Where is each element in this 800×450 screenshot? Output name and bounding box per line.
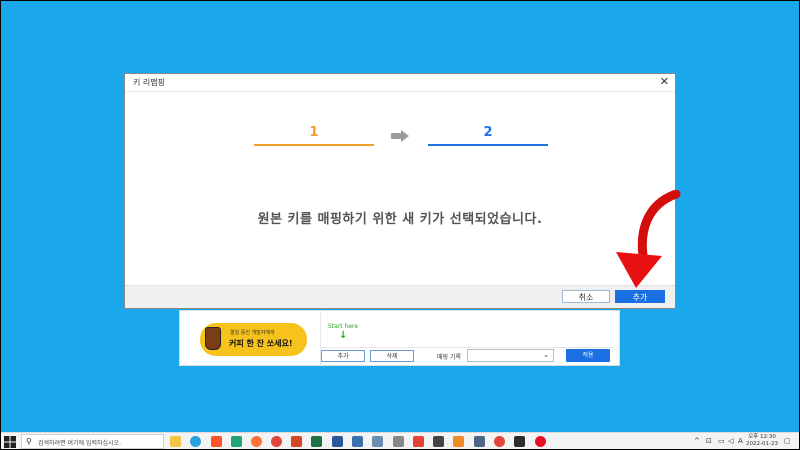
close-icon[interactable]: ✕: [660, 75, 669, 89]
dialog-footer: 취소 추가: [125, 285, 675, 308]
status-message: 원본 키를 매핑하기 위한 새 키가 선택되었습니다.: [257, 212, 543, 227]
word-icon[interactable]: [332, 436, 343, 447]
search-icon: ⚲: [26, 437, 32, 446]
step-1-label: 1: [309, 125, 319, 140]
app-icon-terminal[interactable]: [514, 436, 525, 447]
powerpoint-icon[interactable]: [291, 436, 302, 447]
app-icon-search[interactable]: [393, 436, 404, 447]
mapping-record-label: 매핑 기록: [437, 354, 461, 361]
excel-icon[interactable]: [311, 436, 322, 447]
highlight-arrow: [616, 190, 681, 288]
step-1-underline: [254, 144, 374, 146]
step-2-underline: [428, 144, 548, 146]
firefox-icon[interactable]: [251, 436, 262, 447]
search-placeholder: 검색하려면 여기에 입력하십시오.: [38, 440, 122, 447]
remap-panel: 열일 중인 개발자에게 커피 한 잔 쏘세요! Start here ↓ 추가 …: [179, 310, 620, 366]
opera-icon[interactable]: [535, 436, 546, 447]
panel-delete-button[interactable]: 삭제: [370, 350, 414, 362]
dialog-title: 키 리맵핑: [133, 78, 165, 87]
windows-start-icon[interactable]: [4, 436, 16, 448]
volume-icon[interactable]: ◁: [728, 437, 733, 445]
notification-icon[interactable]: ▢: [784, 437, 791, 445]
apply-button[interactable]: 적용: [566, 349, 610, 362]
dialog-titlebar: 키 리맵핑 ✕: [125, 74, 675, 92]
step-2-label: 2: [483, 125, 493, 140]
clock-time: 오후 12:30: [748, 434, 776, 440]
calculator-icon[interactable]: [474, 436, 485, 447]
monitor-icon[interactable]: ▭: [718, 437, 725, 445]
taskbar-search[interactable]: ⚲ 검색하려면 여기에 입력하십시오.: [21, 434, 164, 449]
coffee-cup-icon: [205, 327, 221, 350]
edge-icon[interactable]: [190, 436, 201, 447]
file-explorer-icon[interactable]: [170, 436, 181, 447]
banner-title: 커피 한 잔 쏘세요!: [229, 339, 293, 348]
taskbar: ⚲ 검색하려면 여기에 입력하십시오. ^ ⊡ ▭ ◁ A 오후 12:30 2…: [0, 432, 800, 450]
language-indicator[interactable]: A: [738, 437, 743, 445]
chevron-up-icon[interactable]: ^: [694, 437, 700, 445]
network-icon[interactable]: ⊡: [706, 437, 712, 445]
chevron-down-icon: ⌄: [543, 351, 549, 359]
key-remap-dialog: 키 리맵핑 ✕ 1 2 원본 키를 매핑하기 위한 새 키가 선택되었습니다. …: [124, 73, 676, 309]
brave-icon[interactable]: [211, 436, 222, 447]
vlc-icon[interactable]: [453, 436, 464, 447]
clock-date: 2022-01-23: [746, 441, 778, 447]
right-arrow-icon: [391, 130, 409, 142]
chrome-icon-2[interactable]: [494, 436, 505, 447]
chrome-icon[interactable]: [271, 436, 282, 447]
start-here-hint: Start here: [328, 323, 359, 330]
down-arrow-icon: ↓: [339, 330, 348, 341]
donate-banner[interactable]: 열일 중인 개발자에게 커피 한 잔 쏘세요!: [200, 323, 307, 356]
app-icon-monitor[interactable]: [372, 436, 383, 447]
app-icon-dark[interactable]: [433, 436, 444, 447]
mapping-record-select[interactable]: ⌄: [467, 349, 554, 362]
banner-subtitle: 열일 중인 개발자에게: [230, 330, 275, 336]
app-icon-red[interactable]: [413, 436, 424, 447]
app-icon-green[interactable]: [231, 436, 242, 447]
clock[interactable]: 오후 12:30 2022-01-23: [746, 434, 778, 448]
mapping-list-area: [320, 311, 613, 348]
app-icon-blue[interactable]: [352, 436, 363, 447]
panel-add-button[interactable]: 추가: [321, 350, 365, 362]
